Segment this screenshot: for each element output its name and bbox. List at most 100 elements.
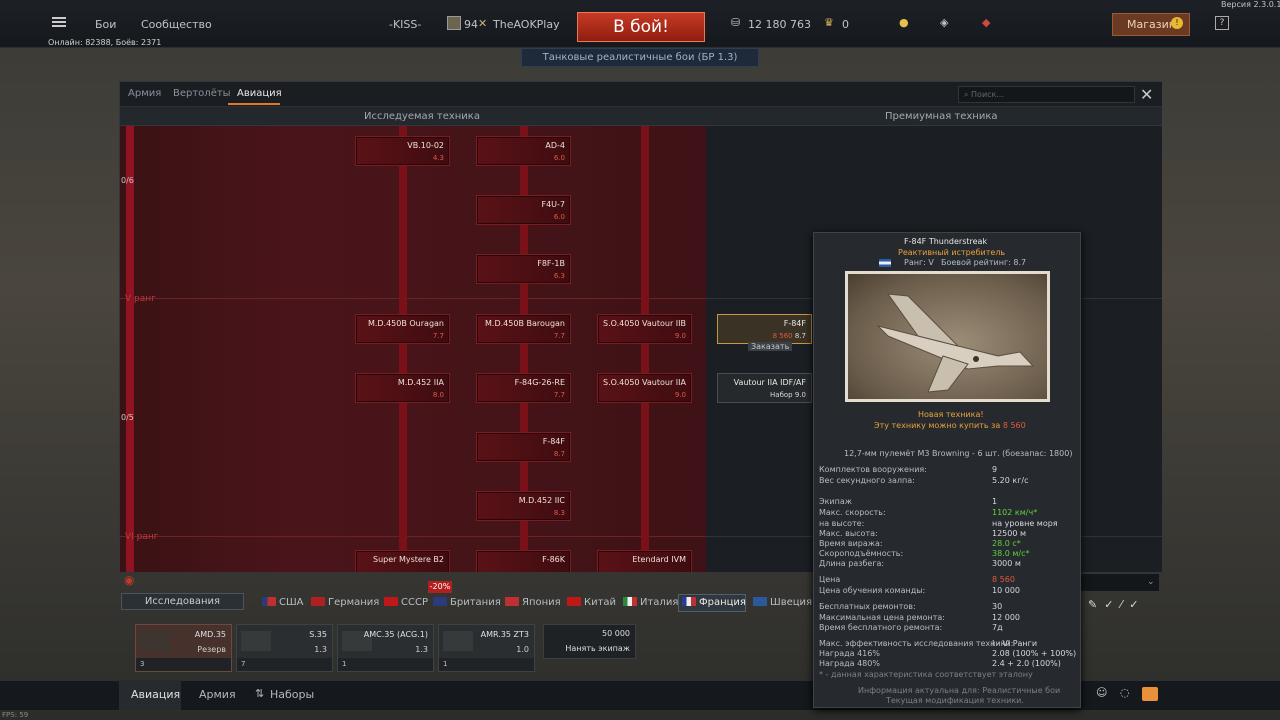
repair-tools-icon[interactable]: ✎✓⁄✓ (1088, 598, 1146, 611)
nation-bar: США Германия СССР Британия Япония Китай … (255, 594, 815, 613)
nation-germany[interactable]: Германия (311, 597, 379, 608)
tooltip-title: F-84F Thunderstreak (904, 237, 988, 246)
game-screen: Бои Сообщество -KISS- 94 ✕ TheAOKPlay Ве… (0, 0, 1280, 720)
vehicle-tile[interactable]: F8F-1B 6.3 (476, 254, 571, 284)
armament-info: 12,7-мм пулемёт M3 Browning - 6 шт. (бое… (844, 449, 1073, 458)
tooltip-note: * - данная характеристика соответствует … (819, 670, 1033, 679)
vehicle-tile[interactable]: F-84G-26-RE 7.7 (476, 373, 571, 403)
nation-china[interactable]: Китай (567, 597, 616, 608)
vehicle-tile[interactable]: M.D.452 IIC 8.3 (476, 491, 571, 521)
chevron-down-icon: ⌄ (1147, 577, 1155, 587)
plane-icon (483, 439, 521, 457)
mail-icon[interactable] (1142, 687, 1158, 701)
vehicle-tile[interactable]: M.D.450B Barougan 7.7 (476, 314, 571, 344)
premium-vehicle-tile[interactable]: Vautour IIA IDF/AF Набор 9.0 (717, 373, 812, 403)
crew-slot[interactable]: AMR.35 ZT3 1.0 1 (438, 624, 535, 672)
plane-icon (483, 143, 521, 161)
vehicle-tile[interactable]: S.O.4050 Vautour IIA 9.0 (597, 373, 692, 403)
premium-vehicle-tile[interactable]: F-84F 8 560 8.7 (717, 314, 812, 344)
nation-italy[interactable]: Италия (623, 597, 678, 608)
fps-counter: FPS: 59 (2, 711, 29, 719)
plane-icon (483, 261, 521, 279)
chat-icon[interactable]: ◌ (1120, 686, 1130, 699)
search-input[interactable]: ⌕ Поиск... (958, 86, 1135, 103)
bottom-bar (0, 680, 1280, 710)
crew-slot[interactable]: AMD.35 Резерв 3 (135, 624, 232, 672)
preset-select[interactable]: ⌄ (1080, 573, 1160, 592)
france-roundel-icon: ◉ (124, 573, 135, 587)
online-stats: Онлайн: 82388, Боёв: 2371 (48, 38, 162, 47)
silver-icon: ⛁ (731, 16, 741, 29)
country-flag-icon (879, 259, 891, 267)
tree-connector (399, 126, 407, 572)
tooltip-br: Боевой рейтинг: 8.7 (941, 258, 1027, 267)
vehicle-tile[interactable]: S.O.4050 Vautour IIB 9.0 (597, 314, 692, 344)
lightbulb-icon[interactable]: ● (899, 16, 909, 29)
vehicle-tile[interactable]: Super Mystere B2 (355, 550, 450, 572)
plane-icon (362, 143, 400, 161)
rank-divider (120, 536, 706, 537)
chest-icon[interactable]: ◈ (940, 16, 948, 29)
plane-icon (483, 202, 521, 220)
battle-mode[interactable]: Танковые реалистичные бои (БР 1.3) (521, 48, 759, 67)
avatar[interactable] (447, 16, 461, 30)
tab-active-indicator (228, 103, 280, 105)
version: Версия 2.3.0.15 (1221, 0, 1280, 9)
plane-icon (483, 498, 521, 516)
close-icon[interactable]: ✕ (1140, 85, 1153, 104)
rank-label: V ранг (125, 294, 156, 304)
nation-ussr[interactable]: СССР (384, 597, 428, 608)
player-level: 94 (464, 18, 478, 31)
research-toggle[interactable]: Исследования (121, 593, 244, 610)
rank-divider (120, 298, 706, 299)
vehicle-tile[interactable]: Etendard IVM (597, 550, 692, 572)
hire-crew-button[interactable]: 50 000 Нанять экипаж (543, 624, 636, 659)
player-name[interactable]: TheAOKPlay (493, 18, 560, 31)
rank-count: 0/5 (121, 413, 134, 422)
section-header: Исследуемая техника Премиумная техника (120, 107, 1162, 126)
bottom-tab-aviation[interactable]: Авиация (131, 688, 180, 701)
order-button[interactable]: Заказать (748, 342, 793, 351)
tab-army[interactable]: Армия (128, 88, 161, 99)
nation-usa[interactable]: США (262, 597, 304, 608)
vehicle-photo (845, 271, 1050, 402)
vehicle-tile[interactable]: M.D.450B Ouragan 7.7 (355, 314, 450, 344)
menu-icon[interactable] (52, 17, 66, 19)
tooltip-footer: Текущая модификация техники. (886, 696, 1024, 705)
coupon-icon[interactable]: ◆ (982, 16, 990, 29)
gold-eagle-icon: ♛ (824, 16, 834, 29)
tank-icon (140, 631, 170, 651)
alert-icon: ! (1171, 17, 1183, 29)
vehicle-tile[interactable]: F-86K (476, 550, 571, 572)
crew-slot[interactable]: S.35 1.3 7 (236, 624, 333, 672)
nation-japan[interactable]: Япония (505, 597, 561, 608)
tooltip-class: Реактивный истребитель (898, 248, 1006, 257)
jet-silhouette (876, 293, 1035, 393)
vehicle-tile[interactable]: F-84F 8.7 (476, 432, 571, 462)
tab-aviation[interactable]: Авиация (237, 88, 282, 99)
bottom-tab-sets[interactable]: Наборы (270, 688, 314, 701)
vehicle-tile[interactable]: F4U-7 6.0 (476, 195, 571, 225)
tab-bar: Армия Вертолёты Авиация ⌕ Поиск... ✕ (120, 82, 1162, 107)
vehicle-tile[interactable]: M.D.452 IIA 8.0 (355, 373, 450, 403)
premium-section-title: Премиумная техника (885, 111, 998, 122)
friends-icon[interactable]: ☺ (1096, 686, 1107, 699)
plane-icon (362, 380, 400, 398)
nation-france[interactable]: Франция (682, 597, 746, 608)
vehicle-tile[interactable]: VB.10-02 4.3 (355, 136, 450, 166)
search-icon: ⌕ (964, 90, 969, 99)
crew-slot[interactable]: AMC.35 (ACG.1) 1.3 1 (337, 624, 434, 672)
rank-label: VI ранг (125, 532, 159, 542)
menu-battles[interactable]: Бои (95, 18, 116, 31)
battle-button[interactable]: В бой! (577, 12, 705, 42)
vehicle-tooltip: F-84F Thunderstreak Реактивный истребите… (813, 232, 1081, 708)
tab-helicopters[interactable]: Вертолёты (173, 88, 231, 99)
vehicle-tile[interactable]: AD-4 6.0 (476, 136, 571, 166)
help-icon[interactable]: ? (1215, 16, 1229, 30)
menu-community[interactable]: Сообщество (141, 18, 212, 31)
nation-sweden[interactable]: Швеция (753, 597, 812, 608)
nation-britain[interactable]: Британия (433, 597, 501, 608)
bottom-tab-army[interactable]: Армия (199, 688, 236, 701)
squad-name[interactable]: -KISS- (389, 18, 421, 31)
tree-connector (641, 126, 649, 572)
